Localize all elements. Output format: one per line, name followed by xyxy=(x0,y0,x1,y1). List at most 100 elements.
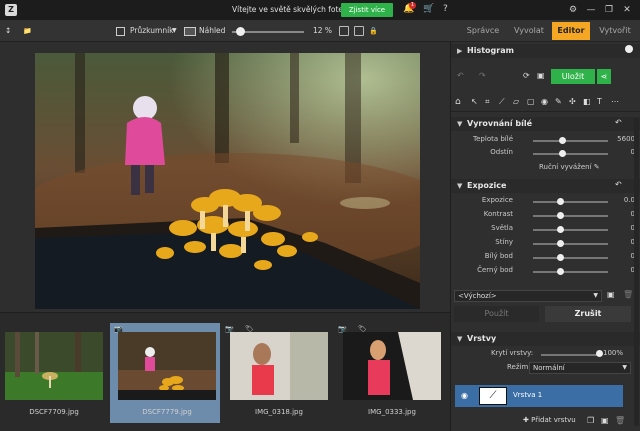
tab-spravce[interactable]: Správce xyxy=(461,22,505,40)
folder-icon[interactable]: 📁 xyxy=(23,24,32,38)
thumbnail[interactable]: 📷 🏷 IMG_0318.jpg xyxy=(225,323,335,423)
tab-editor[interactable]: Editor xyxy=(552,22,590,40)
opacity-slider[interactable] xyxy=(541,354,599,356)
shape-icon[interactable]: ▱ xyxy=(513,97,519,106)
exposure-header[interactable]: ▼ Expozice xyxy=(451,179,640,193)
thumbnail-selected[interactable]: 📷 DSCF7779.jpg xyxy=(110,323,220,423)
preview-button[interactable]: Náhled xyxy=(199,24,225,38)
slider-track[interactable] xyxy=(533,153,608,155)
slider-white-point[interactable]: Bílý bod 0 xyxy=(451,252,635,264)
duplicate-icon[interactable]: ❐ xyxy=(587,416,594,425)
home-icon[interactable]: ⌂ xyxy=(455,97,461,107)
save-preset-icon[interactable]: ▣ xyxy=(607,290,615,299)
brush-icon[interactable]: ✎ xyxy=(555,97,562,106)
thumbnail[interactable]: 📷 🏷 IMG_0333.jpg xyxy=(338,323,448,423)
opacity-value: 100% xyxy=(603,349,624,357)
delete-icon[interactable]: 🗑 xyxy=(623,290,633,299)
effects-icon[interactable]: ⋯ xyxy=(611,97,619,106)
blend-mode-select[interactable]: Normální ▼ xyxy=(529,362,631,374)
refresh-icon[interactable]: ⟳ xyxy=(523,71,530,80)
histogram-toggle-icon[interactable] xyxy=(625,45,633,53)
eye-icon[interactable]: ◉ xyxy=(541,97,548,106)
slider-handle[interactable] xyxy=(557,226,564,233)
manual-balance-button[interactable]: Ruční vyvážení ✎ xyxy=(539,163,600,171)
preset-select[interactable]: <Výchozí> ▼ xyxy=(454,290,602,302)
slider-track[interactable] xyxy=(533,243,608,245)
slider-contrast[interactable]: Kontrast 0 xyxy=(451,210,635,222)
compare-icon[interactable]: ▣ xyxy=(537,71,545,80)
fit-icon[interactable] xyxy=(339,26,349,36)
histogram-header[interactable]: ▶ Histogram xyxy=(451,44,640,58)
slider-handle[interactable] xyxy=(557,254,564,261)
text-icon[interactable]: T xyxy=(597,97,602,106)
delete-icon[interactable]: 🗑 xyxy=(615,416,625,425)
minimize-icon[interactable]: — xyxy=(584,3,598,17)
zoom-slider-handle[interactable] xyxy=(236,27,245,36)
cart-icon[interactable]: 🛒 xyxy=(423,4,434,14)
slider-handle[interactable] xyxy=(557,212,564,219)
help-icon[interactable]: ? xyxy=(443,4,448,14)
maximize-icon[interactable]: ❐ xyxy=(602,3,616,17)
slider-handle[interactable] xyxy=(557,198,564,205)
slider-track[interactable] xyxy=(533,257,608,259)
slider-handle[interactable] xyxy=(557,240,564,247)
add-layer-button[interactable]: ✚ Přidat vrstvu xyxy=(523,416,576,424)
close-icon[interactable]: ✕ xyxy=(620,3,634,17)
slider-handle[interactable] xyxy=(558,137,566,144)
thumbnail-image xyxy=(5,332,103,400)
heal-icon[interactable]: ✣ xyxy=(569,97,576,106)
white-balance-header[interactable]: ▼ Vyrovnání bílé xyxy=(451,117,640,131)
slider-shadows[interactable]: Stíny 0 xyxy=(451,238,635,250)
slider-track[interactable] xyxy=(533,140,608,142)
slider-track[interactable] xyxy=(533,271,608,273)
undo-icon[interactable]: ↶ xyxy=(457,71,464,80)
learn-more-button[interactable]: Zjistit více xyxy=(341,3,393,17)
chevron-down-icon[interactable]: ▼ xyxy=(172,24,177,38)
panel-scrollbar[interactable] xyxy=(634,118,639,426)
slider-handle[interactable] xyxy=(558,150,566,157)
thumbnail[interactable]: DSCF7709.jpg xyxy=(0,323,110,423)
mask-icon[interactable]: ▣ xyxy=(601,416,609,425)
slider-exposure[interactable]: Expozice 0.0 xyxy=(451,196,635,208)
straighten-icon[interactable]: ⟋ xyxy=(499,97,505,107)
thumbnail-label: DSCF7709.jpg xyxy=(29,408,79,416)
reset-icon[interactable]: ↶ xyxy=(615,118,622,127)
zoom-value: 12 % xyxy=(313,26,333,35)
opacity-slider-handle[interactable] xyxy=(596,350,603,357)
tab-vyvolat[interactable]: Vyvolat xyxy=(509,22,549,40)
image-canvas[interactable] xyxy=(0,42,450,312)
slider-track[interactable] xyxy=(533,201,608,203)
slider-black-point[interactable]: Černý bod 0 xyxy=(451,266,635,278)
crop-icon[interactable]: ⌗ xyxy=(485,97,490,107)
title-bar: Z Vítejte ve světě skvělých fotek Zjisti… xyxy=(0,0,640,20)
save-button[interactable]: Uložit xyxy=(551,69,595,84)
slider-track[interactable] xyxy=(533,215,608,217)
sort-icon[interactable]: ↕ xyxy=(5,24,11,38)
apply-button[interactable]: Použít xyxy=(454,306,539,322)
slider-track[interactable] xyxy=(533,229,608,231)
select-icon[interactable]: ↖ xyxy=(471,97,478,106)
opacity-label: Krytí vrstvy: xyxy=(491,349,534,357)
tab-vytvorit[interactable]: Vytvořit xyxy=(594,22,636,40)
lock-icon[interactable]: 🔒 xyxy=(369,24,378,38)
chevron-down-icon: ▼ xyxy=(457,120,463,128)
browser-dropdown[interactable]: Průzkumník xyxy=(130,24,174,38)
eye-icon[interactable]: ◉ xyxy=(461,391,468,400)
cancel-button[interactable]: Zrušit xyxy=(545,306,631,322)
retouch-icon[interactable]: ▢ xyxy=(527,97,535,106)
layer-row[interactable]: ◉ ⟋ Vrstva 1 xyxy=(455,385,623,407)
fullscreen-icon[interactable] xyxy=(354,26,364,36)
gradient-icon[interactable]: ◧ xyxy=(583,97,591,106)
share-icon[interactable]: ⋖ xyxy=(597,69,611,84)
slider-tint[interactable]: Odstín 0 xyxy=(451,148,635,160)
slider-temperature[interactable]: Teplota bílé 5600 xyxy=(451,135,635,147)
reset-icon[interactable]: ↶ xyxy=(615,180,622,189)
layers-header[interactable]: ▼ Vrstvy xyxy=(451,332,640,346)
preview-icon xyxy=(184,27,196,36)
slider-handle[interactable] xyxy=(557,268,564,275)
redo-icon[interactable]: ↷ xyxy=(479,71,486,80)
settings-icon[interactable]: ⚙ xyxy=(566,3,580,17)
slider-highlights[interactable]: Světla 0 xyxy=(451,224,635,236)
tool-icon-row: ⌂ ↖ ⌗ ⟋ ▱ ▢ ◉ ✎ ✣ ◧ T ⋯ xyxy=(451,94,640,112)
brush-icon: ⟋ xyxy=(479,387,507,405)
